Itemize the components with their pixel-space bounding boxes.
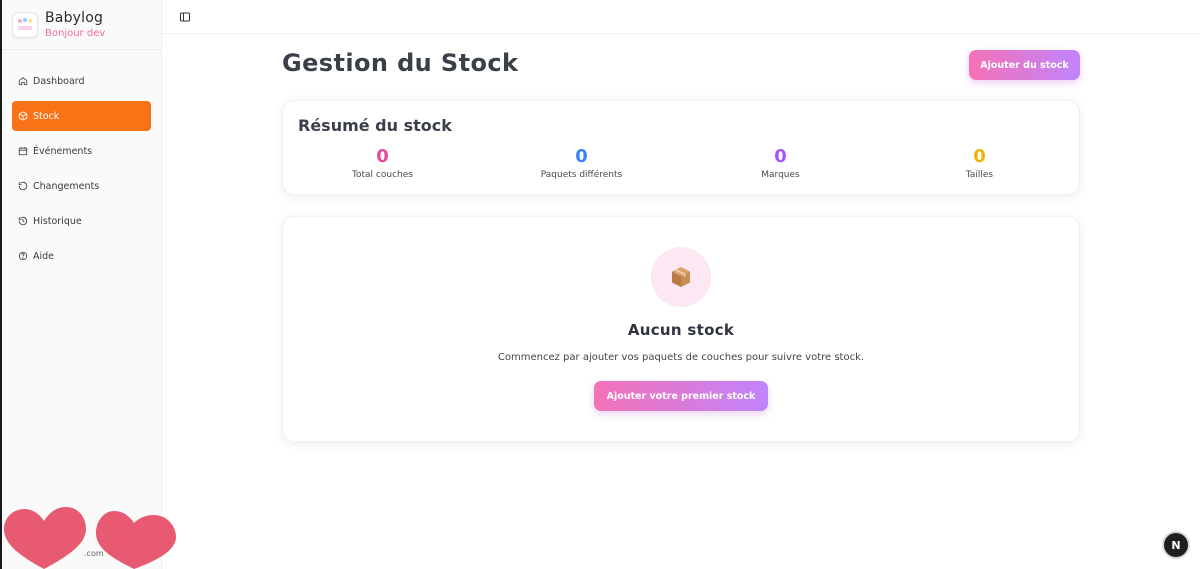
package-icon <box>18 111 28 121</box>
sidebar-toggle-icon[interactable] <box>179 11 191 23</box>
sidebar-item-dashboard[interactable]: Dashboard <box>12 66 151 96</box>
sidebar-item-stock[interactable]: Stock <box>12 101 151 131</box>
stat-total-couches: 0 Total couches <box>283 146 482 180</box>
stat-label: Total couches <box>352 170 413 180</box>
sidebar-item-label: Historique <box>33 215 82 227</box>
sidebar-item-label: Événements <box>33 145 93 157</box>
help-circle-icon <box>18 251 28 261</box>
stat-tailles: 0 Tailles <box>880 146 1079 180</box>
app-root: Babylog Bonjour dev Dashboard Stock Évén… <box>0 0 1200 569</box>
refresh-icon <box>18 181 28 191</box>
sidebar-item-changements[interactable]: Changements <box>12 171 151 201</box>
top-bar <box>162 0 1200 34</box>
add-stock-button[interactable]: Ajouter du stock <box>969 50 1080 80</box>
stat-label: Marques <box>761 170 800 180</box>
sidebar-item-label: Dashboard <box>33 75 85 87</box>
summary-stats: 0 Total couches 0 Paquets différents 0 M… <box>283 146 1079 180</box>
dev-badge[interactable]: N <box>1164 533 1188 557</box>
sidebar-nav: Dashboard Stock Événements Changements H… <box>2 50 161 271</box>
stock-summary-card: Résumé du stock 0 Total couches 0 Paquet… <box>282 100 1080 195</box>
sidebar-item-label: Changements <box>33 180 100 192</box>
empty-icon-circle <box>651 247 711 307</box>
app-logo <box>12 11 38 38</box>
empty-title: Aucun stock <box>627 321 735 339</box>
stat-value: 0 <box>376 146 389 167</box>
hearts-decoration-icon <box>4 507 176 569</box>
stat-value: 0 <box>973 146 986 167</box>
sidebar-item-evenements[interactable]: Événements <box>12 136 151 166</box>
add-first-stock-button[interactable]: Ajouter votre premier stock <box>594 381 768 411</box>
sidebar: Babylog Bonjour dev Dashboard Stock Évén… <box>2 0 176 569</box>
stat-value: 0 <box>774 146 787 167</box>
greeting-text: Bonjour dev <box>45 28 106 39</box>
stat-label: Paquets différents <box>540 170 623 180</box>
brand-header: Babylog Bonjour dev <box>2 0 161 50</box>
stat-marques: 0 Marques <box>681 146 880 180</box>
empty-description: Commencez par ajouter vos paquets de cou… <box>497 352 865 363</box>
app-name: Babylog <box>45 10 104 26</box>
main-content: Gestion du Stock Ajouter du stock Résumé… <box>162 0 1200 569</box>
history-icon <box>18 216 28 226</box>
calendar-icon <box>18 147 28 156</box>
sidebar-item-historique[interactable]: Historique <box>12 206 151 236</box>
sidebar-item-label: Aide <box>33 250 55 262</box>
stat-paquets-differents: 0 Paquets différents <box>482 146 681 180</box>
box-icon <box>672 267 690 287</box>
summary-title: Résumé du stock <box>298 116 452 135</box>
sidebar-item-aide[interactable]: Aide <box>12 241 151 271</box>
empty-stock-card: Aucun stock Commencez par ajouter vos pa… <box>282 216 1080 442</box>
home-icon <box>18 77 28 86</box>
stat-label: Tailles <box>965 170 994 180</box>
sidebar-item-label: Stock <box>33 110 60 122</box>
page-title: Gestion du Stock <box>282 49 519 77</box>
stat-value: 0 <box>575 146 588 167</box>
